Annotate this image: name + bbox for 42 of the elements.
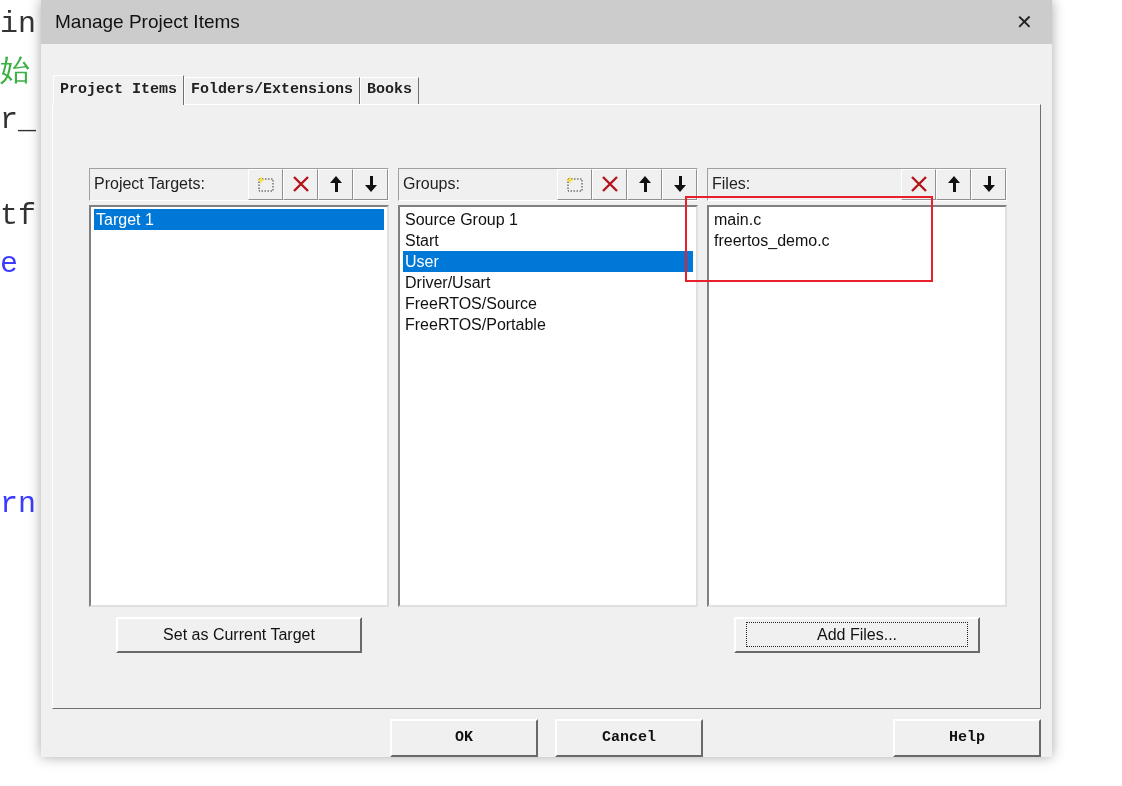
toolbar-button[interactable] [353, 168, 388, 200]
new-item-icon [564, 174, 585, 195]
arrow-up-icon [636, 174, 653, 195]
new-item-icon [255, 174, 276, 195]
toolbar-button[interactable] [971, 168, 1006, 200]
toolbar-button[interactable] [283, 168, 318, 200]
tab[interactable]: Books [360, 76, 420, 104]
list-item[interactable]: freertos_demo.c [712, 229, 1002, 251]
tab[interactable]: Folders/Extensions [184, 76, 361, 104]
arrow-up-icon [945, 174, 962, 195]
code-line: rn [0, 487, 36, 521]
toolbar-button[interactable] [318, 168, 353, 200]
panel-action-button[interactable]: Add Files... [734, 616, 980, 653]
panel-label: Files: [712, 174, 752, 195]
panel-label: Project Targets: [94, 174, 206, 195]
code-line: 始 [0, 55, 30, 89]
list-item[interactable]: Driver/Usart [403, 271, 693, 293]
list-item[interactable]: Start [403, 229, 693, 251]
list-item[interactable]: FreeRTOS/Source [403, 292, 693, 314]
code-line: r_ [0, 103, 36, 137]
list-item[interactable]: FreeRTOS/Portable [403, 313, 693, 335]
close-button[interactable]: ✕ [996, 0, 1052, 44]
toolbar-button[interactable] [936, 168, 971, 200]
toolbar-button[interactable] [662, 168, 697, 200]
dialog-button[interactable]: Cancel [555, 719, 703, 757]
list-item[interactable]: Source Group 1 [403, 208, 693, 230]
window-title: Manage Project Items [55, 9, 241, 34]
toolbar-button[interactable] [901, 168, 936, 200]
arrow-up-icon [327, 174, 344, 195]
toolbar-button[interactable] [627, 168, 662, 200]
dialog-button[interactable]: Help [893, 719, 1041, 757]
code-line: in [0, 7, 36, 41]
list-item[interactable]: Target 1 [94, 208, 384, 230]
code-line: tf [0, 199, 36, 233]
tab[interactable]: Project Items [53, 74, 185, 105]
list-item[interactable]: User [403, 250, 693, 272]
code-line: e [0, 247, 18, 281]
panel-action-button[interactable]: Set as Current Target [116, 616, 362, 653]
toolbar-button[interactable] [592, 168, 627, 200]
panel-label: Groups: [403, 174, 461, 195]
dialog-button[interactable]: OK [390, 719, 538, 757]
list-item[interactable]: main.c [712, 208, 1002, 230]
